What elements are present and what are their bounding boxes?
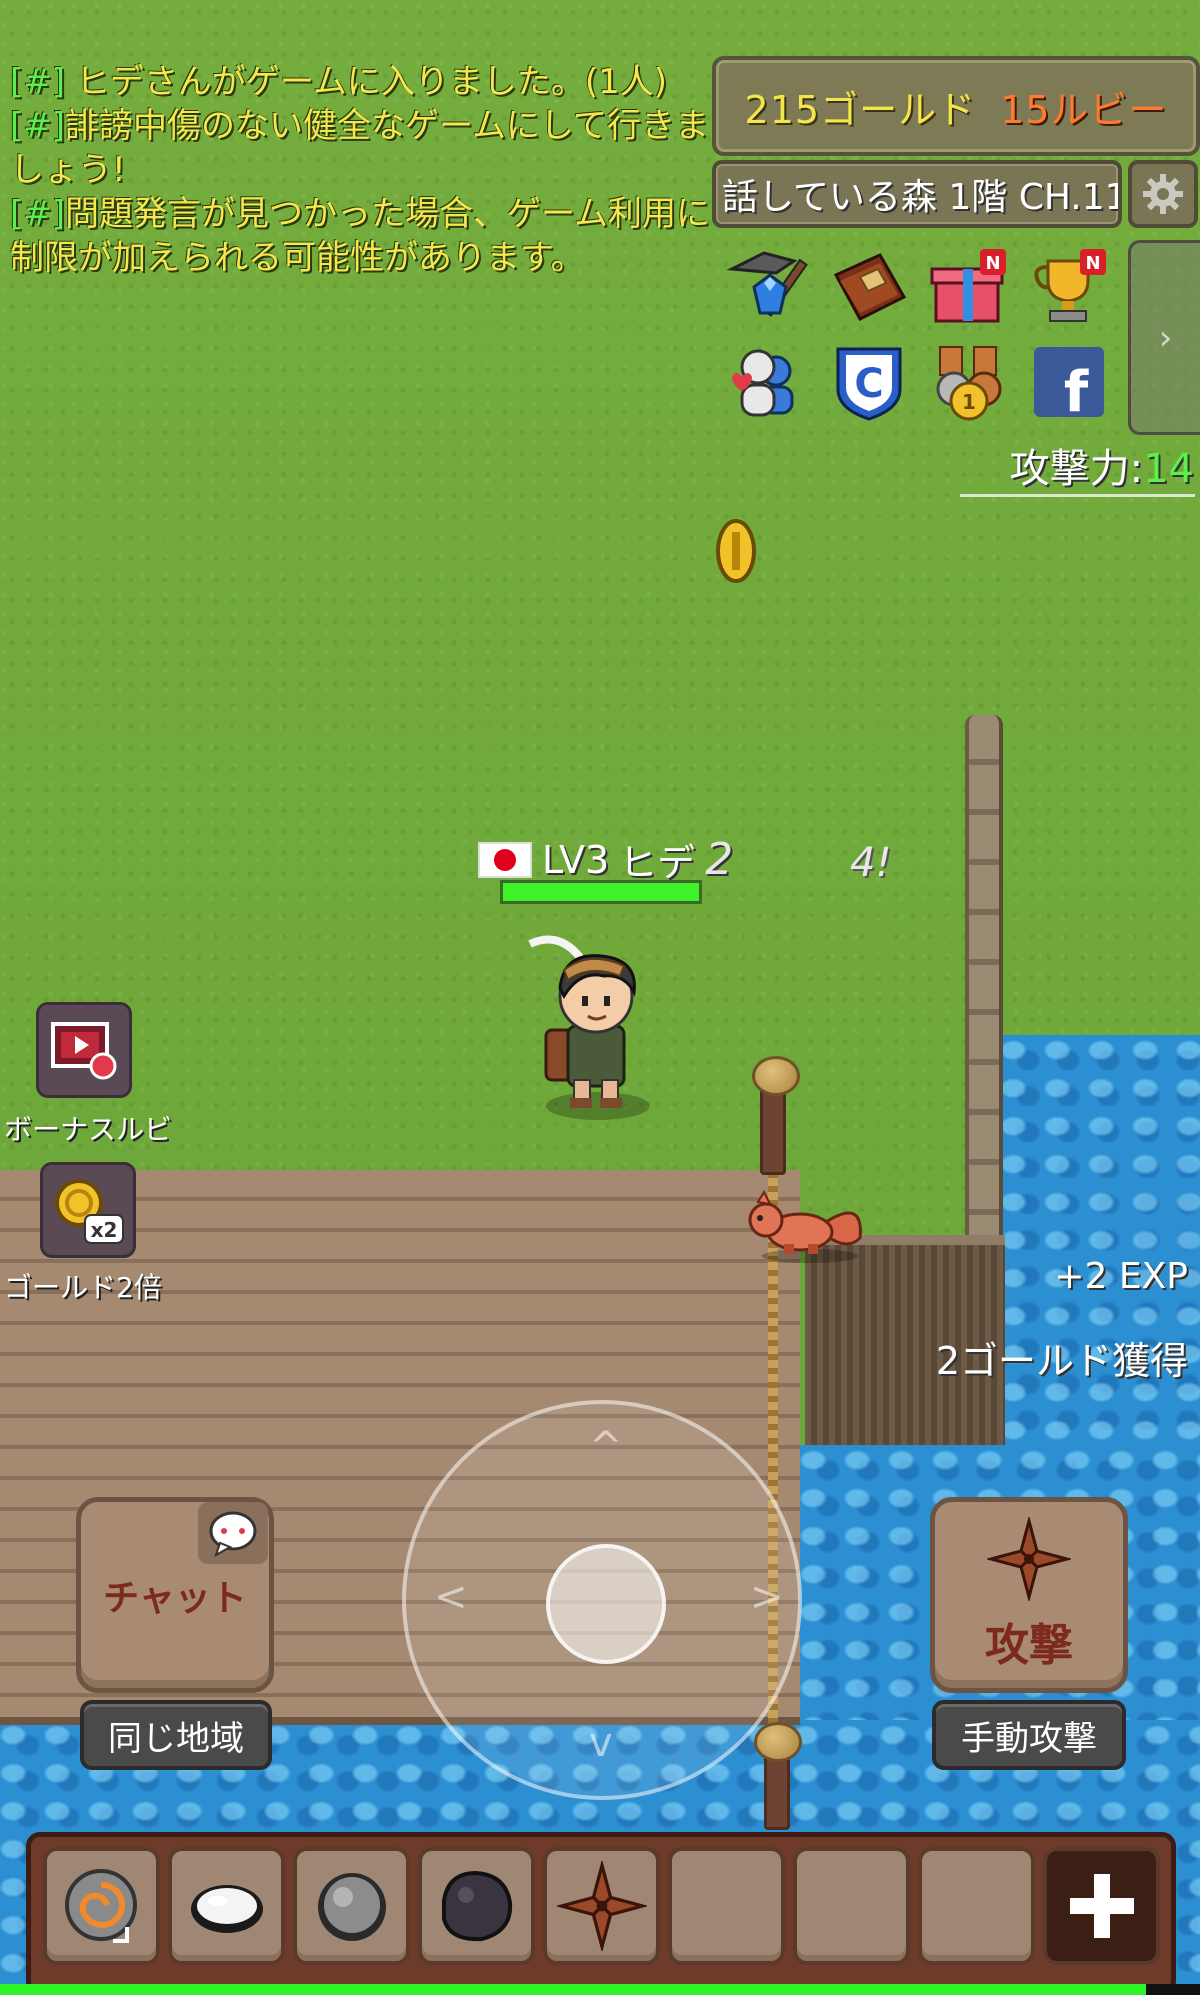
dock-post-cap: [754, 1722, 802, 1762]
joystick-up-arrow: ^: [589, 1424, 623, 1470]
gift-box-icon[interactable]: N: [926, 244, 1012, 330]
svg-text:f: f: [1064, 360, 1089, 423]
player-character[interactable]: [520, 930, 670, 1120]
chevron-right-icon: ›: [1158, 317, 1173, 358]
player-nameplate: LV3 ヒデ 2: [478, 832, 733, 887]
item-slot-empty[interactable]: [793, 1847, 910, 1965]
item-slot[interactable]: [418, 1847, 535, 1965]
bonus-ruby-button[interactable]: [36, 1002, 132, 1098]
gold-coin-drop-icon[interactable]: [714, 518, 758, 584]
shuriken-icon: [987, 1517, 1071, 1601]
attack-button-label: 攻撃: [985, 1620, 1073, 1671]
dark-stone-icon: [441, 1870, 512, 1942]
experience-bar: [0, 1984, 1200, 1995]
exp-gain-text: +2 EXP: [1054, 1256, 1188, 1297]
item-slot[interactable]: [168, 1847, 285, 1965]
ruby-amount: 15ルビー: [1000, 87, 1168, 132]
dock-post-cap: [752, 1056, 800, 1096]
gray-stone-icon: [317, 1873, 386, 1941]
damage-number: 4!: [850, 840, 892, 886]
joystick-left-arrow: <: [434, 1574, 468, 1620]
divider: [960, 494, 1195, 497]
japan-flag-icon: [478, 841, 532, 878]
side-panel-toggle[interactable]: ›: [1128, 240, 1200, 435]
item-slot-empty[interactable]: [668, 1847, 785, 1965]
shuriken-icon: [556, 1861, 647, 1951]
double-gold-label: ゴールド2倍: [4, 1271, 162, 1304]
ammonite-icon: [64, 1869, 137, 1943]
gear-icon: [1143, 174, 1183, 214]
joystick-knob[interactable]: [546, 1544, 666, 1664]
joystick-down-arrow: v: [589, 1720, 613, 1766]
settings-button[interactable]: [1128, 160, 1198, 228]
svg-text:x2: x2: [91, 1218, 118, 1242]
gold-amount: 215ゴールド: [744, 87, 977, 132]
chat-button-label: チャット: [103, 1578, 247, 1619]
svg-text:C: C: [854, 361, 883, 407]
location-channel-label[interactable]: 話している森 1階 CH.112: [712, 160, 1122, 228]
svg-text:N: N: [985, 253, 1000, 274]
svg-text:1: 1: [962, 390, 976, 414]
medal-icon[interactable]: 1: [926, 340, 1012, 426]
plus-icon: [1069, 1874, 1134, 1938]
trophy-icon[interactable]: N: [1026, 244, 1112, 330]
chat-line: [#] ヒデさんがゲームに入りました。(1人): [10, 62, 667, 102]
video-ad-icon: [51, 1022, 117, 1080]
virtual-joystick[interactable]: ^ v < >: [402, 1400, 802, 1800]
exp-fill: [0, 1984, 1146, 1995]
joystick-right-arrow: >: [750, 1574, 784, 1620]
clan-badge-icon[interactable]: C: [826, 340, 912, 426]
book-icon[interactable]: [826, 244, 912, 330]
add-item-slot-button[interactable]: [1043, 1847, 1160, 1965]
attack-power-stat: 攻撃力:14: [1009, 446, 1194, 492]
svg-text:N: N: [1085, 253, 1100, 274]
squirrel-monster[interactable]: [744, 1188, 868, 1264]
white-stone-icon: [190, 1885, 263, 1933]
attack-mode-button[interactable]: 手動攻撃: [932, 1700, 1126, 1770]
system-chat-log: [#] ヒデさんがゲームに入りました。(1人) [#]誹謗中傷のない健全なゲーム…: [10, 60, 710, 280]
attack-button[interactable]: 攻撃: [930, 1497, 1128, 1693]
chat-line: [#]誹謗中傷のない健全なゲームにして行きましょう!: [10, 106, 709, 190]
player-level: LV3: [542, 837, 610, 882]
item-slot[interactable]: [543, 1847, 660, 1965]
double-gold-button[interactable]: x2: [40, 1162, 136, 1258]
pickaxe-gem-icon[interactable]: [724, 244, 810, 330]
hp-fill: [503, 883, 699, 901]
item-slot[interactable]: [43, 1847, 160, 1965]
player-number: 2: [705, 834, 734, 885]
currency-panel[interactable]: 215ゴールド 15ルビー: [712, 56, 1200, 156]
chat-line: [#]問題発言が見つかった場合、ゲーム利用に制限が加えられる可能性があります。: [10, 194, 711, 278]
gold-coin-x2-icon: x2: [55, 1179, 124, 1244]
player-hp-bar: [500, 880, 702, 904]
chat-scope-button[interactable]: 同じ地域: [80, 1700, 272, 1770]
bonus-ruby-label: ボーナスルビ: [4, 1113, 173, 1146]
item-slot-empty[interactable]: [918, 1847, 1035, 1965]
friends-icon[interactable]: [724, 340, 810, 426]
gold-gain-text: 2ゴールド獲得: [935, 1339, 1188, 1383]
facebook-icon[interactable]: f: [1026, 340, 1112, 426]
item-slot[interactable]: [293, 1847, 410, 1965]
player-name: ヒデ: [619, 841, 696, 885]
quick-item-bar: [26, 1832, 1176, 1995]
speech-bubble-icon: [198, 1502, 268, 1564]
